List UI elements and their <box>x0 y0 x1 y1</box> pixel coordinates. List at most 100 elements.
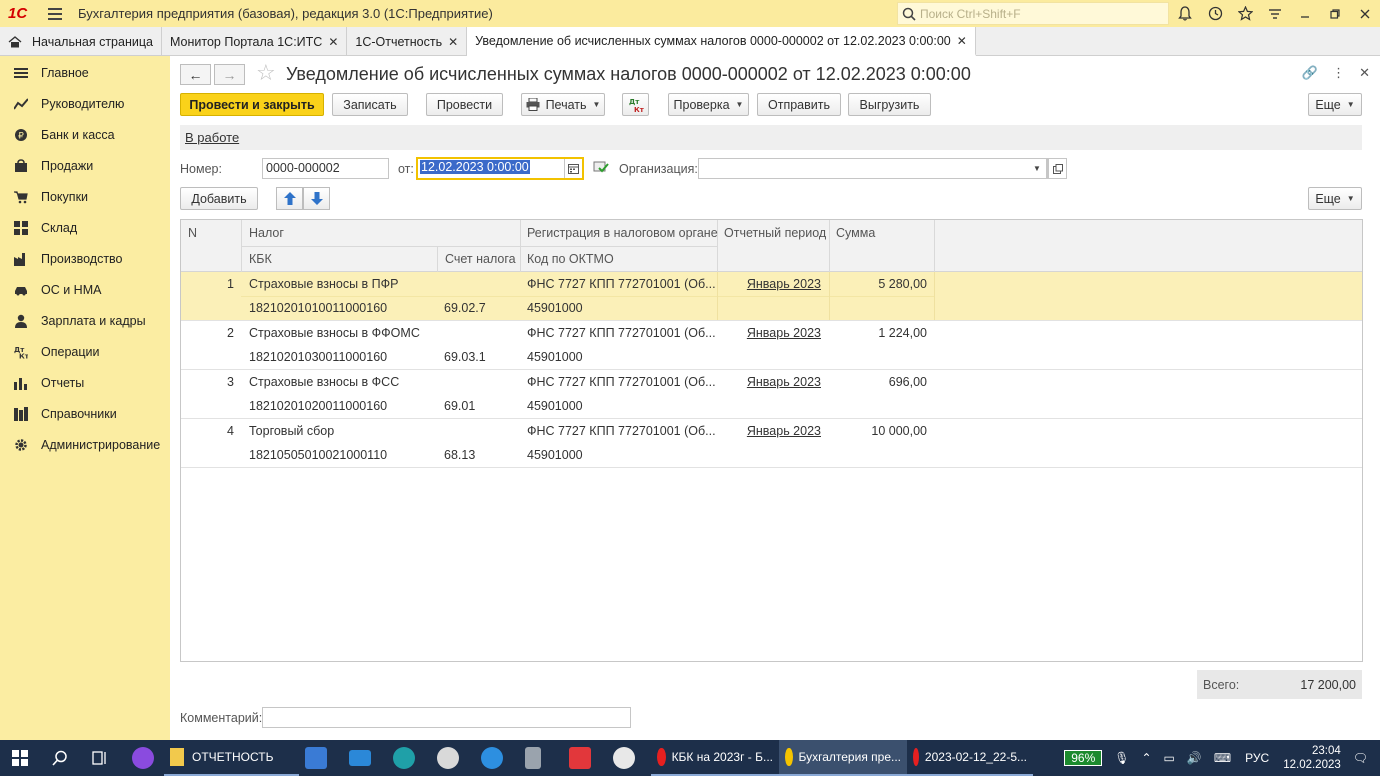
number-field[interactable]: 0000-000002 <box>262 158 389 179</box>
sidebar-item-reports[interactable]: Отчеты <box>0 367 170 398</box>
home-icon <box>8 35 22 47</box>
post-and-close-button[interactable]: Провести и закрыть <box>180 93 324 116</box>
taskbar-app-purple[interactable] <box>126 740 164 776</box>
bell-icon[interactable] <box>1170 0 1200 27</box>
taskbar-app-red[interactable] <box>563 740 607 776</box>
table-row[interactable]: 2 Страховые взносы в ФФОМС 1821020103001… <box>181 321 1362 370</box>
more-vertical-icon[interactable]: ⋮ <box>1332 65 1345 81</box>
network-icon[interactable]: ▭ <box>1164 751 1175 765</box>
link-icon[interactable]: 🔗 <box>1302 65 1318 81</box>
cell-period[interactable]: Январь 2023 <box>729 424 821 438</box>
volume-icon[interactable]: 🔊 <box>1187 751 1202 765</box>
table-row[interactable]: 4 Торговый сбор 18210505010021000110 68.… <box>181 419 1362 468</box>
more-label: Еще <box>1315 97 1341 112</box>
chevron-up-icon[interactable]: ⌃ <box>1141 751 1151 765</box>
tab-its-portal[interactable]: Монитор Портала 1С:ИТС ✕ <box>162 27 348 56</box>
sidebar-item-purchases[interactable]: Покупки <box>0 181 170 212</box>
sidebar-item-manager[interactable]: Руководителю <box>0 88 170 119</box>
cell-period[interactable]: Январь 2023 <box>729 277 821 291</box>
settings-menu-icon[interactable] <box>1260 0 1290 27</box>
taskbar-app-calculator[interactable] <box>519 740 563 776</box>
windows-start-button[interactable] <box>0 740 46 776</box>
main-menu-icon[interactable] <box>48 7 62 20</box>
sidebar-item-admin[interactable]: Администрирование <box>0 429 170 460</box>
tab-tax-notification[interactable]: Уведомление об исчисленных суммах налого… <box>467 27 976 56</box>
sidebar-item-production[interactable]: Производство <box>0 243 170 274</box>
tab-home[interactable]: Начальная страница <box>0 27 162 56</box>
back-button[interactable]: ← <box>180 64 211 85</box>
comment-field[interactable] <box>262 707 631 728</box>
sidebar-item-operations[interactable]: Дт Кт Операции <box>0 336 170 367</box>
taskbar-app-mail[interactable] <box>343 740 387 776</box>
org-open-button[interactable] <box>1048 158 1067 179</box>
taskbar-app-recorder[interactable] <box>607 740 651 776</box>
sidebar-item-salary[interactable]: Зарплата и кадры <box>0 305 170 336</box>
table-row[interactable]: 3 Страховые взносы в ФСС 182102010200110… <box>181 370 1362 419</box>
taskbar-item-browser-screenshot[interactable]: 2023-02-12_22-5... <box>907 740 1033 776</box>
taskbar-item-1c[interactable]: Бухгалтерия пре... <box>779 740 907 776</box>
battery-indicator[interactable]: 96% <box>1064 750 1103 766</box>
sidebar-item-sales[interactable]: Продажи <box>0 150 170 181</box>
organization-field[interactable] <box>698 158 1048 179</box>
check-button[interactable]: Проверка ▼ <box>668 93 749 116</box>
more-button[interactable]: Еще ▼ <box>1308 93 1362 116</box>
task-view-button[interactable] <box>86 740 126 776</box>
search-input[interactable]: Поиск Ctrl+Shift+F <box>897 2 1169 25</box>
forward-button[interactable]: → <box>214 64 245 85</box>
favorites-star-icon[interactable] <box>1230 0 1260 27</box>
status-link[interactable]: В работе <box>185 130 239 145</box>
col-tax[interactable]: Налог <box>249 226 284 240</box>
clock[interactable]: 23:04 12.02.2023 <box>1283 744 1341 772</box>
close-tab-icon[interactable]: ✕ <box>957 34 967 48</box>
date-field[interactable]: 12.02.2023 0:00:00 <box>416 157 584 180</box>
table-more-button[interactable]: Еще ▼ <box>1308 187 1362 210</box>
sidebar-item-directories[interactable]: Справочники <box>0 398 170 429</box>
calendar-button[interactable] <box>564 159 582 178</box>
history-icon[interactable] <box>1200 0 1230 27</box>
sidebar-item-fixed-assets[interactable]: ОС и НМА <box>0 274 170 305</box>
taskbar-app-edge[interactable] <box>387 740 431 776</box>
col-oktmo[interactable]: Код по ОКТМО <box>527 252 614 266</box>
taskbar-app-paint[interactable] <box>431 740 475 776</box>
org-dropdown-button[interactable]: ▼ <box>1028 158 1047 179</box>
mic-icon[interactable]: 🎙 <box>1114 751 1129 765</box>
restore-icon[interactable] <box>1320 0 1350 27</box>
dt-kt-button[interactable]: Дт Кт <box>622 93 649 116</box>
taskbar-item-folder[interactable]: ОТЧЕТНОСТЬ <box>164 740 299 776</box>
sidebar-item-bank[interactable]: ₽ Банк и касса <box>0 119 170 150</box>
printer-icon <box>526 98 540 111</box>
close-form-icon[interactable]: ✕ <box>1359 65 1370 81</box>
taskbar-item-browser-kbk[interactable]: КБК на 2023г - Б... <box>651 740 779 776</box>
add-row-button[interactable]: Добавить <box>180 187 258 210</box>
close-tab-icon[interactable]: ✕ <box>328 35 338 49</box>
keyboard-icon[interactable]: ⌨ <box>1214 751 1231 765</box>
col-sum[interactable]: Сумма <box>836 226 875 240</box>
post-button[interactable]: Провести <box>426 93 503 116</box>
send-button[interactable]: Отправить <box>757 93 841 116</box>
favorite-star-icon[interactable]: ☆ <box>256 62 276 84</box>
write-button[interactable]: Записать <box>332 93 408 116</box>
table-row[interactable]: 1 Страховые взносы в ПФР 182102010100110… <box>181 272 1362 321</box>
taskbar-app-store[interactable] <box>299 740 343 776</box>
move-down-button[interactable] <box>303 187 330 210</box>
col-registration[interactable]: Регистрация в налоговом органе <box>527 226 718 240</box>
search-taskbar-button[interactable] <box>46 740 86 776</box>
tab-1c-reporting[interactable]: 1С-Отчетность ✕ <box>347 27 468 56</box>
cell-period[interactable]: Январь 2023 <box>729 375 821 389</box>
notifications-icon[interactable]: 🗨 <box>1353 751 1368 765</box>
minimize-icon[interactable] <box>1290 0 1320 27</box>
sidebar-item-warehouse[interactable]: Склад <box>0 212 170 243</box>
col-n[interactable]: N <box>188 226 197 240</box>
move-up-button[interactable] <box>276 187 303 210</box>
col-kbk[interactable]: КБК <box>249 252 272 266</box>
close-tab-icon[interactable]: ✕ <box>448 35 458 49</box>
close-window-icon[interactable] <box>1350 0 1380 27</box>
print-button[interactable]: Печать ▼ <box>521 93 605 116</box>
upload-button[interactable]: Выгрузить <box>848 93 931 116</box>
cell-period[interactable]: Январь 2023 <box>729 326 821 340</box>
taskbar-app-ie[interactable] <box>475 740 519 776</box>
sidebar-item-main[interactable]: Главное <box>0 57 170 88</box>
col-account[interactable]: Счет налога <box>445 252 516 266</box>
language-indicator[interactable]: РУС <box>1245 751 1269 765</box>
col-period[interactable]: Отчетный период <box>724 226 826 240</box>
